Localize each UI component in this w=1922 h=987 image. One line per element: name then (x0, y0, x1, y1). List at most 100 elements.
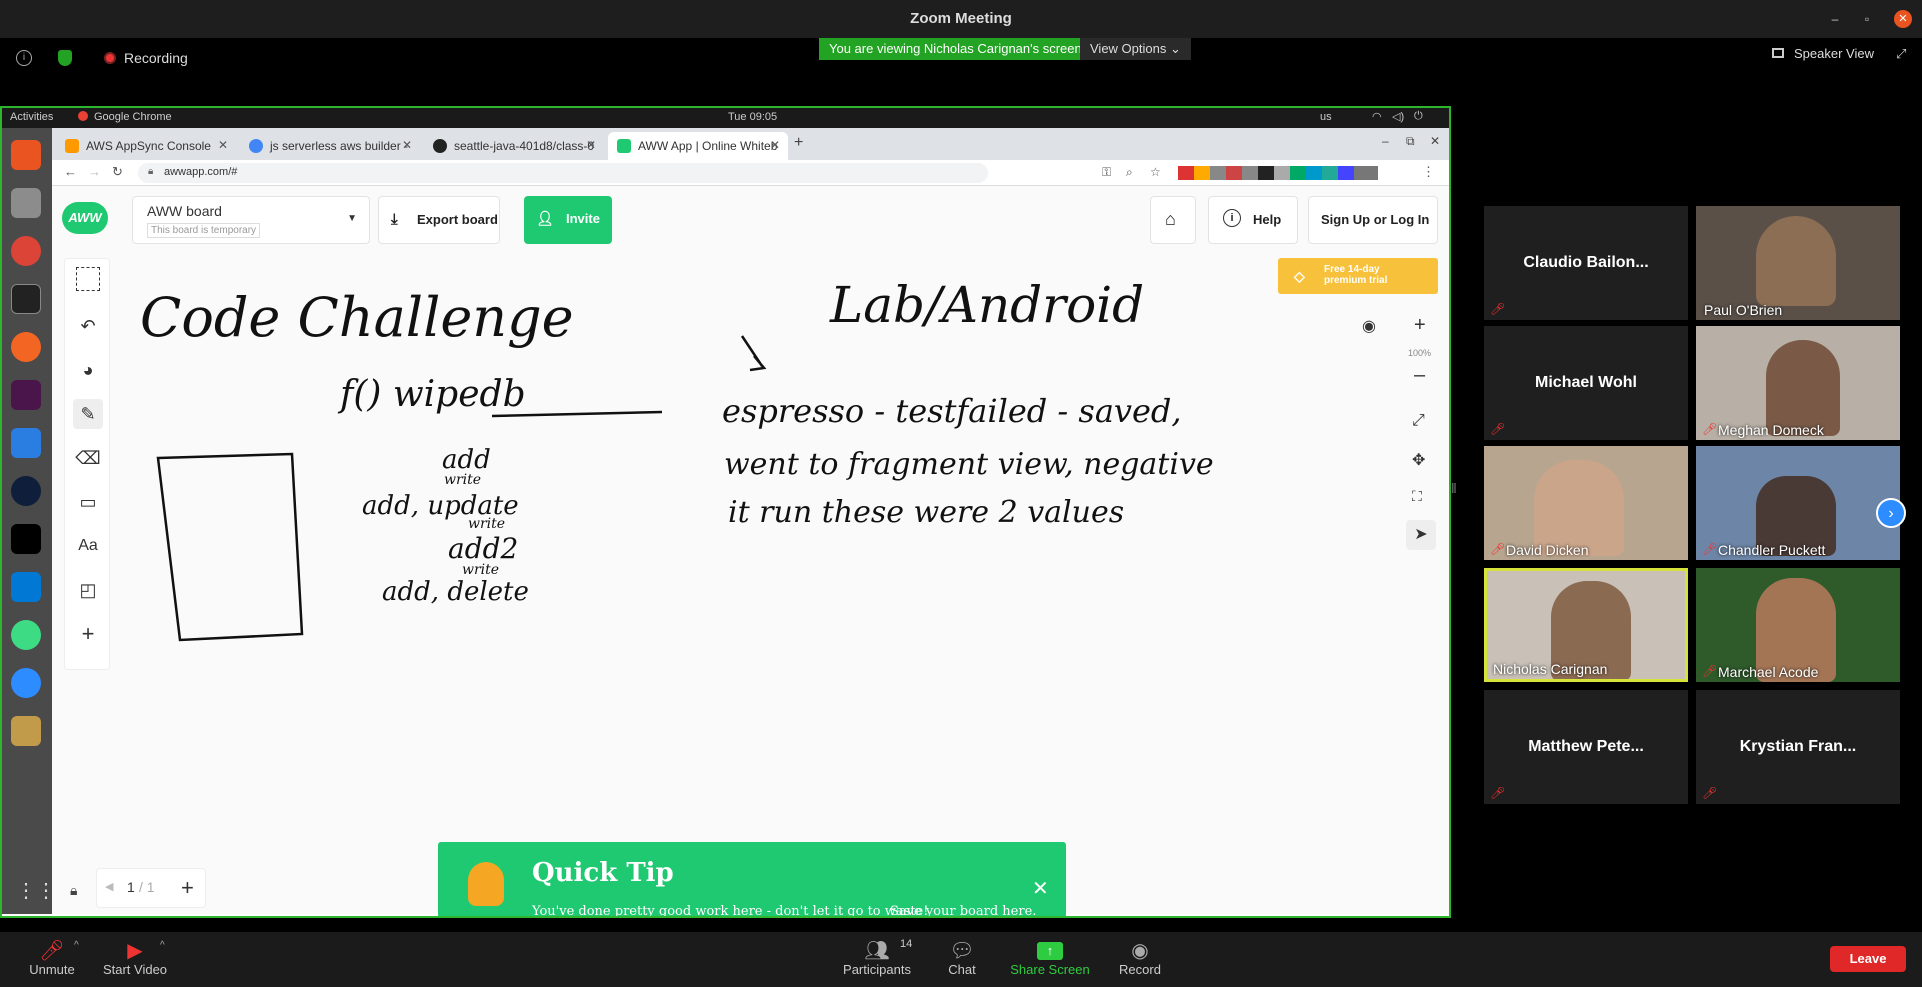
audio-options-caret-icon[interactable]: ^ (74, 940, 79, 951)
maximize-icon[interactable]: ▫ (1858, 10, 1876, 28)
postman-icon[interactable] (11, 332, 41, 362)
participant-tile[interactable]: Claudio Bailon... 🎤︎ (1484, 206, 1688, 320)
save-board-link[interactable]: Save your board here. (890, 904, 1036, 916)
forward-icon[interactable]: → (88, 164, 101, 179)
reload-icon[interactable]: ↻ (112, 164, 123, 180)
fit-screen-icon[interactable]: ⤢ (1412, 412, 1425, 430)
participant-tile[interactable]: Paul O'Brien (1696, 206, 1900, 320)
text-tool-icon[interactable]: Aa (73, 531, 103, 561)
participant-tile[interactable]: 🎤︎ Meghan Domeck (1696, 326, 1900, 440)
zoom-in-icon[interactable]: + (1414, 314, 1426, 337)
add-tool-icon[interactable]: + (73, 619, 103, 649)
close-tab-icon[interactable]: ✕ (770, 138, 780, 152)
focus-icon[interactable]: ⛶ (1412, 488, 1422, 505)
menu-kebab-icon[interactable]: ⋮ (1422, 164, 1435, 180)
tasks-icon[interactable] (11, 428, 41, 458)
aww-whiteboard[interactable]: AWW AWW board This board is temporary ▼ … (52, 186, 1449, 916)
participant-tile-active-speaker[interactable]: Nicholas Carignan (1484, 568, 1688, 682)
tab-aws-appsync[interactable]: AWS AppSync Console ✕ (56, 132, 236, 160)
share-screen-button[interactable]: ↑ Share Screen (1008, 938, 1092, 977)
help-button[interactable]: i Help (1208, 196, 1298, 244)
minimize-icon[interactable]: – (1826, 10, 1844, 28)
close-icon[interactable]: ✕ (1894, 10, 1912, 28)
new-tab-icon[interactable]: + (794, 134, 803, 152)
invite-button[interactable]: 👤︎ Invite (524, 196, 612, 244)
shield-icon[interactable] (58, 50, 72, 66)
sticky-note-icon[interactable]: ◰ (73, 575, 103, 605)
close-tab-icon[interactable]: ✕ (402, 138, 412, 152)
info-icon[interactable]: i (16, 50, 32, 66)
record-button[interactable]: ◉ Record (1116, 938, 1164, 977)
vscode-icon[interactable] (11, 572, 41, 602)
close-tab-icon[interactable]: ✕ (218, 138, 228, 152)
select-tool-icon[interactable] (76, 267, 100, 291)
back-icon[interactable]: ← (64, 164, 77, 179)
wifi-icon[interactable]: ◠ (1372, 110, 1382, 123)
participant-tile[interactable]: Michael Wohl 🎤︎ (1484, 326, 1688, 440)
signup-button[interactable]: Sign Up or Log In (1308, 196, 1438, 244)
board-name-dropdown[interactable]: AWW board This board is temporary ▼ (132, 196, 370, 244)
leave-button[interactable]: Leave (1830, 946, 1906, 972)
export-board-button[interactable]: ⤓ Export board (378, 196, 500, 244)
participant-tile[interactable]: 🎤︎ Chandler Puckett (1696, 446, 1900, 560)
zoom-icon[interactable]: ⌕ (1126, 165, 1133, 180)
tip-body: You've done pretty good work here - don'… (532, 904, 929, 918)
close-icon[interactable]: ✕ (1430, 134, 1440, 148)
speaker-view-button[interactable]: Speaker View (1794, 46, 1874, 61)
undo-icon[interactable]: ↶ (73, 311, 103, 341)
android-studio-icon[interactable] (11, 620, 41, 650)
close-tab-icon[interactable]: ✕ (586, 138, 596, 152)
bookmark-star-icon[interactable]: ☆ (1150, 165, 1161, 179)
close-tip-icon[interactable]: ✕ (1032, 876, 1049, 901)
chrome-icon[interactable] (11, 236, 41, 266)
add-page-icon[interactable]: + (181, 875, 194, 901)
page-current: 1 (127, 879, 135, 895)
tab-aww-app[interactable]: AWW App | Online Whiteb ✕ (608, 132, 788, 160)
power-icon[interactable]: ⏻ (1414, 110, 1423, 123)
software-center-icon[interactable] (11, 140, 41, 170)
minimize-icon[interactable]: – (1382, 134, 1389, 148)
zoom-out-icon[interactable]: – (1414, 364, 1425, 387)
home-button[interactable]: ⌂ (1150, 196, 1196, 244)
participant-tile[interactable]: 🎤︎ David Dicken (1484, 446, 1688, 560)
terminal-icon[interactable] (11, 284, 41, 314)
activities-button[interactable]: Activities (10, 111, 53, 123)
participant-tile[interactable]: Matthew Pete... 🎤︎ (1484, 690, 1688, 804)
tab-github[interactable]: seattle-java-401d8/class-0 ✕ (424, 132, 604, 160)
next-page-arrow-icon[interactable]: › (1876, 498, 1906, 528)
lock-icon[interactable]: 🔒︎ (70, 882, 77, 899)
chat-button[interactable]: 💬︎ Chat (944, 938, 980, 977)
intellij-icon[interactable] (11, 524, 41, 554)
participant-tile[interactable]: Krystian Fran... 🎤︎ (1696, 690, 1900, 804)
pen-tool-icon[interactable]: ✎ (73, 399, 103, 429)
url-input[interactable]: 🔒︎ awwapp.com/# (138, 163, 988, 183)
pointer-icon[interactable]: ➤ (1406, 520, 1436, 550)
tab-serverless[interactable]: js serverless aws builder - ✕ (240, 132, 420, 160)
aww-logo[interactable]: AWW (62, 202, 108, 234)
lab-android-text: Lab/Android (829, 276, 1144, 334)
prev-page-icon[interactable]: ◀ (105, 880, 113, 893)
files-icon[interactable] (11, 188, 41, 218)
move-icon[interactable]: ✥ (1412, 450, 1425, 470)
palette-icon[interactable]: ◕ (73, 355, 103, 385)
zoom-app-icon[interactable] (11, 668, 41, 698)
participant-tile[interactable]: 🎤︎ Marchael Acode (1696, 568, 1900, 682)
view-options-button[interactable]: View Options ⌄ (1080, 38, 1191, 60)
video-options-caret-icon[interactable]: ^ (160, 940, 165, 951)
archive-icon[interactable] (11, 716, 41, 746)
slack-icon[interactable] (11, 380, 41, 410)
app-menu[interactable]: Google Chrome (94, 111, 172, 123)
extension-icons[interactable] (1178, 166, 1378, 180)
fullscreen-icon[interactable]: ⤢ (1896, 46, 1906, 62)
language-indicator[interactable]: us (1320, 111, 1332, 123)
eye-icon[interactable]: ◉ (1362, 316, 1376, 336)
obs-icon[interactable] (11, 476, 41, 506)
volume-icon[interactable]: ◁) (1392, 110, 1404, 123)
restore-icon[interactable]: ⧉ (1406, 134, 1415, 149)
panel-resize-handle[interactable]: ‖ (1451, 480, 1459, 510)
key-icon[interactable]: ⚿ (1102, 165, 1111, 180)
muted-mic-icon: 🎤︎ (1490, 542, 1506, 556)
eraser-icon[interactable]: ⌫ (73, 443, 103, 473)
rectangle-tool-icon[interactable]: ▭ (73, 487, 103, 517)
unmute-button[interactable]: 🎤︎ Unmute (26, 938, 78, 977)
